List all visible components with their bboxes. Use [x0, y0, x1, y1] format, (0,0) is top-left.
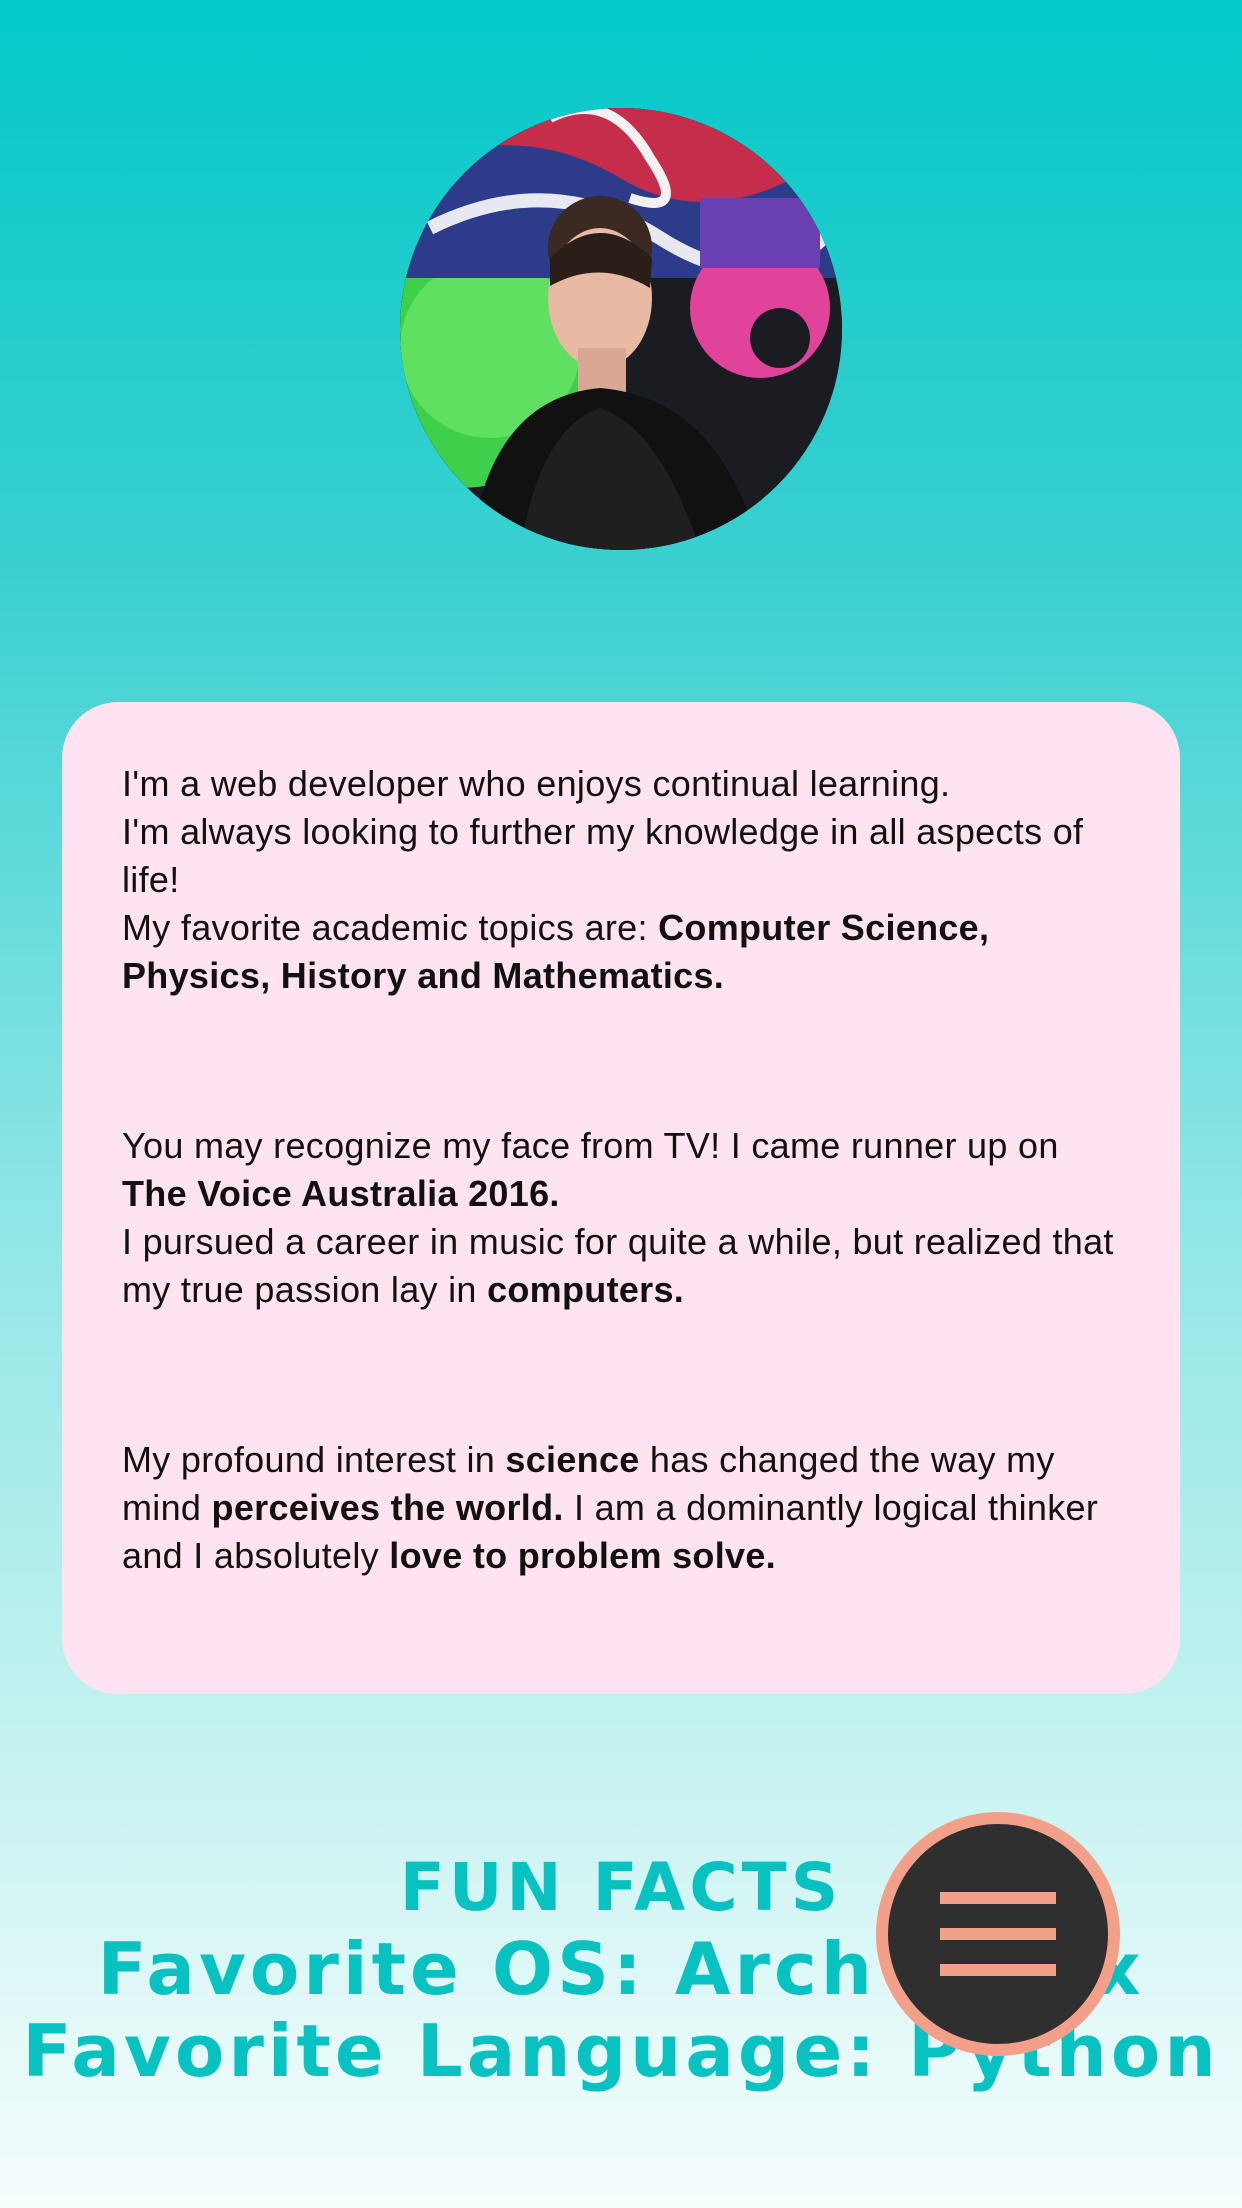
about-card: I'm a web developer who enjoys continual… [62, 702, 1180, 1694]
science-text-1: My profound interest in [122, 1439, 506, 1480]
about-line-1: I'm a web developer who enjoys continual… [122, 763, 951, 804]
menu-button[interactable] [876, 1812, 1120, 2056]
menu-bar-middle [940, 1928, 1056, 1940]
about-paragraph-interests: I'm a web developer who enjoys continual… [122, 760, 1120, 1000]
menu-bar-top [940, 1892, 1056, 1904]
about-paragraph-science: My profound interest in science has chan… [122, 1436, 1120, 1580]
profile-photo [400, 108, 842, 550]
profile-photo-image [400, 108, 842, 550]
about-paragraph-voice: You may recognize my face from TV! I cam… [122, 1122, 1120, 1314]
menu-bar-bottom [940, 1964, 1056, 1976]
science-bold-3: love to problem solve. [389, 1535, 776, 1576]
science-bold-1: science [505, 1439, 640, 1480]
voice-text-1: You may recognize my face from TV! I cam… [122, 1125, 1059, 1166]
hamburger-menu-icon [888, 1824, 1108, 2044]
science-bold-2: perceives the world. [211, 1487, 564, 1528]
about-topics-label: My favorite academic topics are: [122, 907, 659, 948]
voice-show-name: The Voice Australia 2016. [122, 1173, 560, 1214]
about-line-2: I'm always looking to further my knowled… [122, 811, 1084, 900]
voice-passion: computers. [487, 1269, 685, 1310]
